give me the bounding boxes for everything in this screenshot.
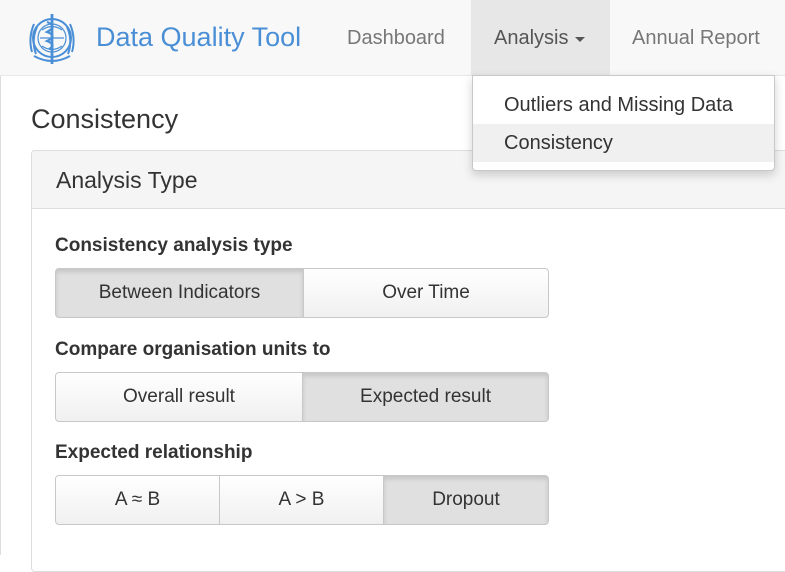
menu-item-consistency-label: Consistency <box>504 132 613 154</box>
menu-item-consistency[interactable]: Consistency <box>473 124 774 162</box>
page-edge-divider <box>0 76 1 555</box>
nav-annual-report[interactable]: Annual Report <box>632 0 760 75</box>
menu-item-outliers-label: Outliers and Missing Data <box>504 94 733 116</box>
analysis-type-label: Consistency analysis type <box>55 235 293 256</box>
dropout-button[interactable]: Dropout <box>383 475 549 525</box>
chevron-down-icon <box>575 37 585 42</box>
nav-dashboard[interactable]: Dashboard <box>347 0 445 75</box>
overall-result-button[interactable]: Overall result <box>55 372 303 422</box>
expected-relationship-button-group: A ≈ B A > B Dropout <box>55 475 549 525</box>
expected-relationship-label: Expected relationship <box>55 442 253 463</box>
panel-title: Analysis Type <box>56 167 198 193</box>
nav-analysis-label: Analysis <box>494 27 569 49</box>
page-title: Consistency <box>31 104 179 134</box>
menu-item-outliers[interactable]: Outliers and Missing Data <box>473 86 774 124</box>
a-greater-b-button[interactable]: A > B <box>219 475 384 525</box>
app-brand-title[interactable]: Data Quality Tool <box>96 20 301 54</box>
analysis-dropdown-menu: Outliers and Missing Data Consistency <box>472 75 775 171</box>
navbar: Data Quality Tool Dashboard Analysis Ann… <box>0 0 785 76</box>
compare-to-label: Compare organisation units to <box>55 339 331 360</box>
over-time-button[interactable]: Over Time <box>303 268 549 318</box>
who-emblem-logo[interactable] <box>22 8 82 68</box>
analysis-type-button-group: Between Indicators Over Time <box>55 268 549 318</box>
nav-analysis[interactable]: Analysis <box>471 0 610 75</box>
compare-to-button-group: Overall result Expected result <box>55 372 549 422</box>
expected-result-button[interactable]: Expected result <box>302 372 549 422</box>
a-approx-b-button[interactable]: A ≈ B <box>55 475 220 525</box>
between-indicators-button[interactable]: Between Indicators <box>55 268 304 318</box>
